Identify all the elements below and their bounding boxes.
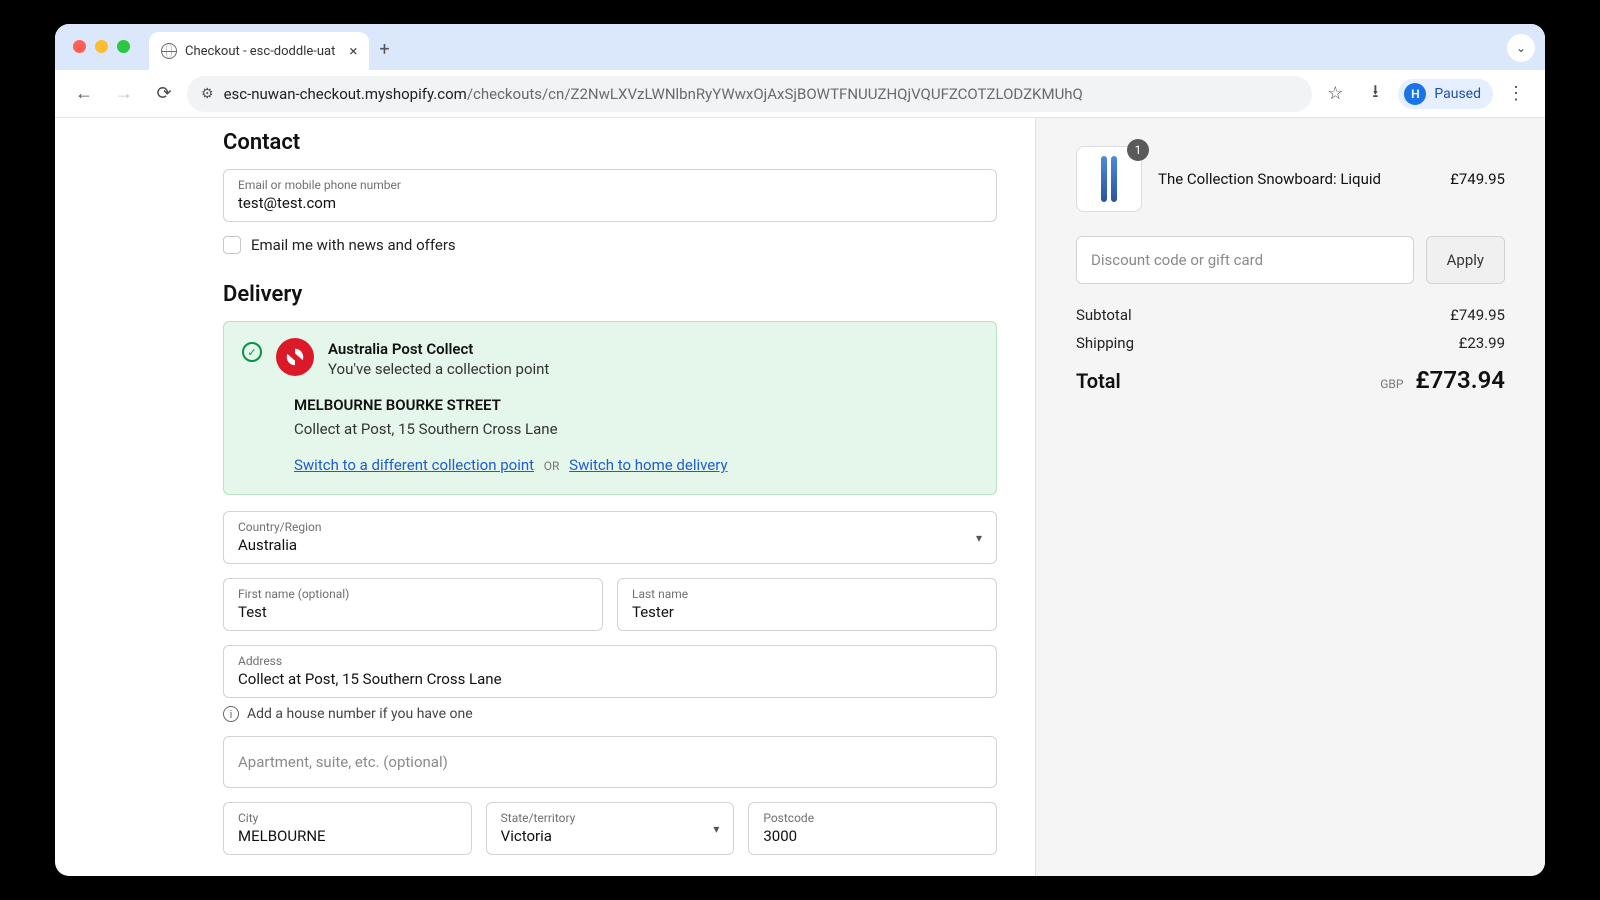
or-divider: OR [544,459,560,473]
collect-location-address: Collect at Post, 15 Southern Cross Lane [294,420,978,438]
address-label: Address [238,654,982,668]
last-name-value: Tester [632,603,982,621]
checkout-main: Contact Email or mobile phone number tes… [55,118,1035,876]
subtotal-label: Subtotal [1076,306,1132,324]
window-controls [73,40,130,53]
news-checkbox-label: Email me with news and offers [251,236,456,254]
close-window-button[interactable] [73,40,86,53]
tab-title: Checkout - esc-doddle-uat [185,44,335,59]
reload-button[interactable]: ⟳ [147,77,181,111]
first-name-field[interactable]: First name (optional) Test [223,578,603,631]
tab-strip: Checkout - esc-doddle-uat × + ⌄ [55,24,1545,70]
checkbox-icon[interactable] [223,236,241,254]
url-text: esc-nuwan-checkout.myshopify.com/checkou… [224,85,1083,103]
address-hint: i Add a house number if you have one [223,706,997,722]
first-name-value: Test [238,603,588,621]
collect-title: Australia Post Collect [328,340,978,358]
city-field[interactable]: City MELBOURNE [223,802,472,855]
shipping-label: Shipping [1076,334,1134,352]
city-value: MELBOURNE [238,827,457,845]
globe-icon [161,43,177,59]
cart-item-name: The Collection Snowboard: Liquid [1158,170,1434,188]
total-amount: £773.94 [1415,366,1505,394]
profile-state: Paused [1434,86,1481,102]
email-field[interactable]: Email or mobile phone number test@test.c… [223,169,997,222]
postcode-value: 3000 [763,827,982,845]
discount-code-field[interactable]: Discount code or gift card [1076,236,1414,284]
cart-item-qty-badge: 1 [1127,139,1149,161]
switch-home-delivery-link[interactable]: Switch to home delivery [569,456,727,474]
checkout-page: Contact Email or mobile phone number tes… [55,118,1545,876]
country-select[interactable]: Country/Region Australia ▾ [223,511,997,564]
apartment-placeholder: Apartment, suite, etc. (optional) [238,753,982,771]
state-label: State/territory [501,811,720,825]
site-controls-icon[interactable]: ⚙ [201,86,214,102]
tabs-overflow-button[interactable]: ⌄ [1507,34,1535,62]
city-label: City [238,811,457,825]
browser-menu-button[interactable]: ⋮ [1499,83,1533,104]
contact-heading: Contact [223,130,997,155]
postcode-field[interactable]: Postcode 3000 [748,802,997,855]
forward-button[interactable]: → [107,77,141,111]
subtotal-value: £749.95 [1450,306,1505,324]
cart-item: 1 The Collection Snowboard: Liquid £749.… [1076,146,1505,212]
state-select[interactable]: State/territory Victoria ▾ [486,802,735,855]
info-icon: i [223,706,239,722]
country-label: Country/Region [238,520,982,534]
country-value: Australia [238,536,982,554]
chevron-down-icon: ▾ [976,531,982,545]
maximize-window-button[interactable] [117,40,130,53]
postcode-label: Postcode [763,811,982,825]
profile-avatar: H [1404,83,1426,105]
subtotal-row: Subtotal £749.95 [1076,306,1505,324]
bookmark-icon[interactable]: ☆ [1318,83,1352,104]
email-value: test@test.com [238,194,982,212]
profile-button[interactable]: H Paused [1398,79,1493,109]
state-value: Victoria [501,827,720,845]
apply-discount-button[interactable]: Apply [1426,236,1505,284]
minimize-window-button[interactable] [95,40,108,53]
close-tab-button[interactable]: × [349,42,357,60]
chevron-down-icon: ▾ [713,822,719,836]
address-field[interactable]: Address Collect at Post, 15 Southern Cro… [223,645,997,698]
email-label: Email or mobile phone number [238,178,982,192]
downloads-icon[interactable]: ⭳ [1358,79,1392,109]
address-bar[interactable]: ⚙ esc-nuwan-checkout.myshopify.com/check… [187,76,1312,112]
check-circle-icon: ✓ [242,342,262,362]
total-row: Total GBP £773.94 [1076,366,1505,394]
switch-collection-point-link[interactable]: Switch to a different collection point [294,456,534,474]
collect-subtitle: You've selected a collection point [328,360,978,378]
address-hint-text: Add a house number if you have one [247,706,473,722]
shipping-row: Shipping £23.99 [1076,334,1505,352]
browser-toolbar: ← → ⟳ ⚙ esc-nuwan-checkout.myshopify.com… [55,70,1545,118]
order-summary: 1 The Collection Snowboard: Liquid £749.… [1035,118,1545,876]
new-tab-button[interactable]: + [379,39,389,60]
collect-location-name: MELBOURNE BOURKE STREET [294,396,978,414]
browser-tab[interactable]: Checkout - esc-doddle-uat × [149,32,369,70]
news-checkbox-row[interactable]: Email me with news and offers [223,236,997,254]
cart-item-thumbnail: 1 [1076,146,1142,212]
collection-point-card: ✓ Australia Post Collect You've selected… [223,321,997,495]
last-name-label: Last name [632,587,982,601]
shipping-value: £23.99 [1459,334,1505,352]
back-button[interactable]: ← [67,77,101,111]
browser-window: Checkout - esc-doddle-uat × + ⌄ ← → ⟳ ⚙ … [55,24,1545,876]
australia-post-logo [276,338,314,376]
apartment-field[interactable]: Apartment, suite, etc. (optional) [223,736,997,788]
last-name-field[interactable]: Last name Tester [617,578,997,631]
discount-placeholder: Discount code or gift card [1091,251,1399,269]
total-currency: GBP [1380,377,1403,391]
delivery-heading: Delivery [223,282,997,307]
total-label: Total [1076,369,1121,393]
first-name-label: First name (optional) [238,587,588,601]
address-value: Collect at Post, 15 Southern Cross Lane [238,670,982,688]
cart-item-price: £749.95 [1450,170,1505,188]
